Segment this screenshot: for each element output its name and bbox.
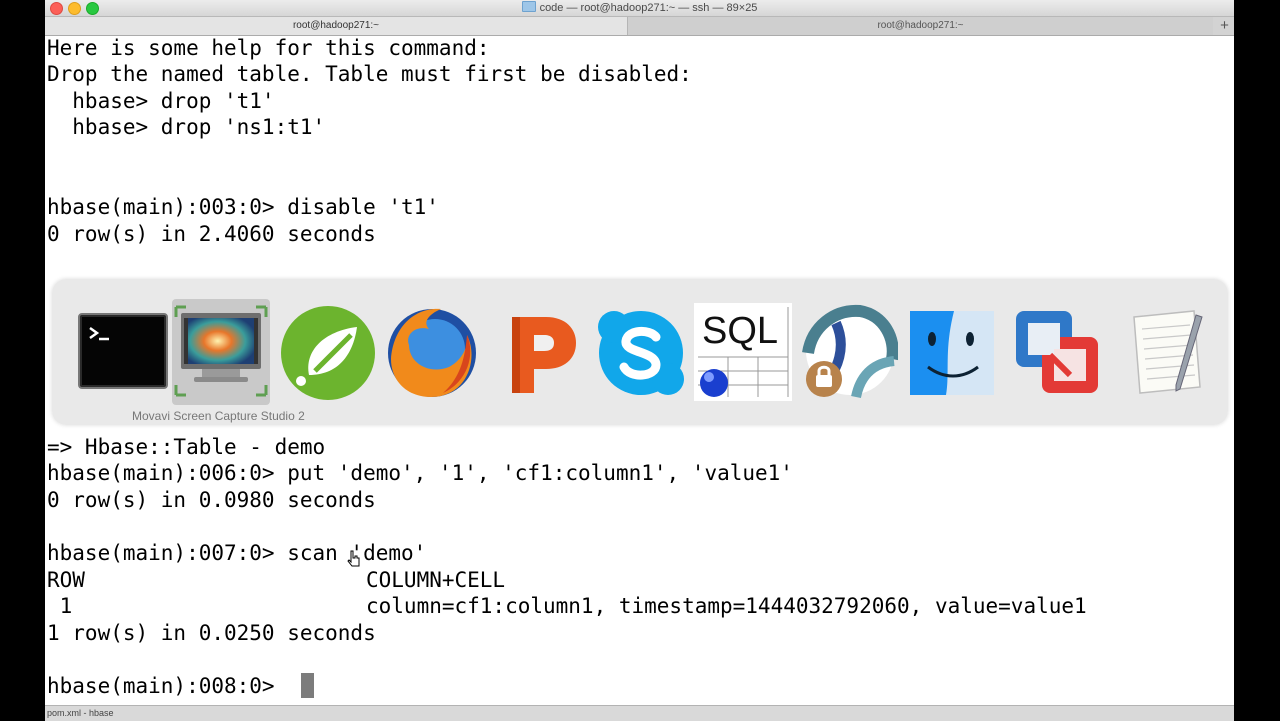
new-tab-button[interactable]: + xyxy=(1215,17,1234,35)
firefox-icon xyxy=(388,308,476,397)
terminal-line: => Hbase::Table - demo xyxy=(47,435,326,459)
terminal-line: hbase(main):006:0> put 'demo', '1', 'cf1… xyxy=(47,461,793,485)
finder-icon xyxy=(910,311,994,395)
vpn-client-icon xyxy=(802,304,899,399)
terminal-line: 0 row(s) in 2.4060 seconds xyxy=(47,222,376,246)
dock-app-finder[interactable] xyxy=(904,301,1002,405)
dock-app-vpn-client[interactable] xyxy=(800,301,899,405)
scan-header-cell-label: COLUMN+CELL xyxy=(366,568,506,592)
status-text: pom.xml - hbase xyxy=(47,708,114,718)
app-switcher: SQL Movavi Screen Capture Studio 2 xyxy=(52,279,1228,425)
spring-icon xyxy=(281,306,375,400)
terminal-line: 1 row(s) in 0.0250 seconds xyxy=(47,621,376,645)
scan-row-key: 1 xyxy=(47,594,73,618)
vmware-fusion-icon xyxy=(1016,311,1098,393)
dock-app-terminal[interactable] xyxy=(74,301,172,405)
terminal-line: Drop the named table. Table must first b… xyxy=(47,62,692,86)
textedit-icon xyxy=(1133,310,1203,394)
wps-presentation-icon xyxy=(512,317,576,393)
title-bar[interactable]: code — root@hadoop271:~ — ssh — 89×25 xyxy=(45,0,1234,17)
terminal-line: 0 row(s) in 0.0980 seconds xyxy=(47,488,376,512)
terminal-line: hbase(main):007:0> scan 'demo' xyxy=(47,541,427,565)
tab-bar: root@hadoop271:~ root@hadoop271:~ + xyxy=(45,17,1234,36)
dock-app-movavi-screen-capture[interactable] xyxy=(172,299,270,405)
screen-right-border xyxy=(1234,0,1280,720)
app-tooltip: Movavi Screen Capture Studio 2 xyxy=(132,409,305,423)
terminal-prompt: hbase(main):008:0> xyxy=(47,674,288,698)
skype-icon xyxy=(598,311,684,395)
dock-app-vmware-fusion[interactable] xyxy=(1008,301,1106,405)
terminal-line: Here is some help for this command: xyxy=(47,36,490,60)
terminal-line: hbase> drop 't1' xyxy=(47,89,275,113)
dock-app-sql-developer[interactable]: SQL xyxy=(694,303,792,401)
sql-developer-icon: SQL xyxy=(698,307,789,397)
hand-pointer-icon xyxy=(347,550,360,567)
tab-terminal-1[interactable]: root@hadoop271:~ xyxy=(45,17,628,35)
dock-app-skype[interactable] xyxy=(592,301,690,405)
dock-app-firefox[interactable] xyxy=(383,301,481,405)
dock-app-textedit[interactable] xyxy=(1116,301,1214,405)
dock-app-wps-presentation[interactable] xyxy=(490,301,588,405)
folder-icon xyxy=(521,1,536,12)
terminal-line: hbase(main):003:0> disable 't1' xyxy=(47,195,439,219)
movavi-screen-capture-icon xyxy=(174,305,268,397)
status-bar: pom.xml - hbase xyxy=(45,705,1234,721)
dock-app-spring[interactable] xyxy=(279,301,377,405)
terminal-line: hbase> drop 'ns1:t1' xyxy=(47,115,326,139)
sql-icon-label: SQL xyxy=(702,310,778,352)
text-cursor xyxy=(301,673,314,698)
window-title-container: code — root@hadoop271:~ — ssh — 89×25 xyxy=(45,1,1234,14)
scan-header-row-label: ROW xyxy=(47,568,85,592)
screen-left-border xyxy=(0,0,45,720)
terminal-icon xyxy=(78,313,168,389)
scan-row-cell: column=cf1:column1, timestamp=1444032792… xyxy=(366,594,1087,618)
window-title: code — root@hadoop271:~ — ssh — 89×25 xyxy=(539,2,758,14)
tab-terminal-2[interactable]: root@hadoop271:~ xyxy=(628,17,1213,35)
